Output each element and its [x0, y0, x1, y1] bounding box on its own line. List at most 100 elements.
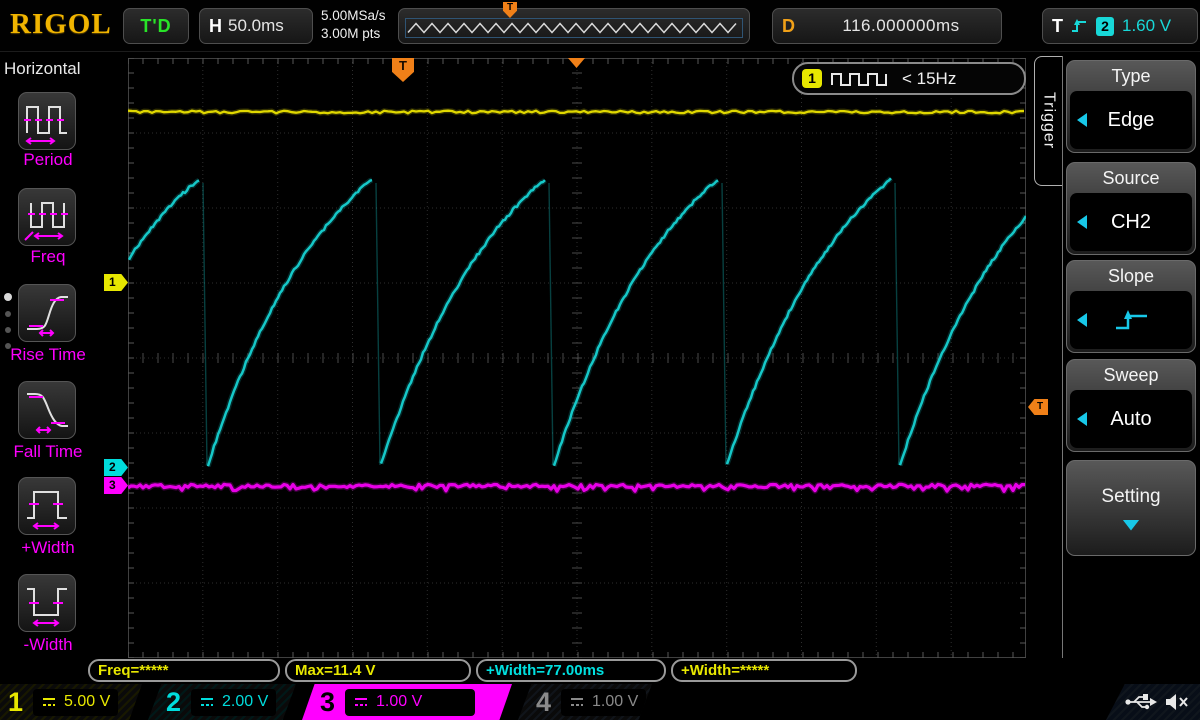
minus-width-button[interactable] [18, 574, 76, 632]
h-value: 50.0ms [228, 16, 284, 35]
waveform-display [128, 58, 1026, 658]
sweep-value-button[interactable]: Auto [1070, 390, 1192, 448]
speaker-muted-icon [1166, 694, 1188, 710]
channel-4-number: 4 [536, 687, 552, 717]
plus-width-button[interactable] [18, 477, 76, 535]
measurement-freq[interactable]: Freq=***** [88, 659, 280, 682]
rise-time-icon [27, 296, 68, 337]
waveform-preview-box[interactable]: T [398, 2, 750, 44]
measurement-pwidth-2[interactable]: +Width=***** [671, 659, 857, 682]
trigger-status-box: T'D [123, 8, 189, 44]
acquisition-info: 5.00MSa/s 3.00M pts [321, 7, 386, 43]
delay-label: D [782, 15, 795, 36]
left-arrow-icon [1077, 412, 1087, 426]
type-value: Edge [1107, 108, 1155, 131]
freq-button[interactable] [18, 188, 76, 246]
rising-slope-icon [1116, 310, 1147, 330]
fall-time-button[interactable] [18, 381, 76, 439]
channel-1-number: 1 [8, 687, 24, 717]
down-arrow-icon [1122, 519, 1140, 531]
channel-3-number: 3 [320, 687, 336, 717]
left-arrow-icon [1077, 313, 1087, 327]
usb-icon [1125, 694, 1157, 710]
status-icons-area [1106, 684, 1200, 720]
slope-label: Slope [1107, 266, 1155, 286]
channel-status-bar: 1 5.00 V 2 2.00 V 3 1.00 V 4 1.00 V [0, 684, 1200, 720]
freq-counter-reading: < 15Hz [902, 68, 957, 88]
trigger-label: T [1052, 15, 1063, 36]
channel-4-readout: 1.00 V [561, 688, 647, 716]
preview-wave-icon [407, 22, 737, 34]
trigger-source-group[interactable]: Source CH2 [1066, 162, 1196, 255]
menu-page-dot-active [4, 293, 12, 301]
type-value-button[interactable]: Edge [1070, 91, 1192, 149]
preview-trigger-marker-icon[interactable]: T [503, 2, 517, 18]
menu-page-dot [5, 327, 11, 333]
freq-label: Freq [30, 247, 66, 266]
channel-3-readout: 1.00 V [345, 688, 476, 716]
minus-width-icon [27, 588, 67, 627]
trigger-setting-button[interactable]: Setting [1066, 460, 1196, 556]
oscilloscope-screen: RIGOL T'D H 50.0ms 5.00MSa/s 3.00M pts T… [0, 0, 1200, 720]
sample-rate: 5.00MSa/s [321, 8, 386, 23]
trigger-level-marker-icon[interactable]: T [1028, 399, 1048, 415]
trigger-slope-group[interactable]: Slope [1066, 260, 1196, 353]
setting-label: Setting [1101, 485, 1161, 507]
rigol-logo: RIGOL [10, 8, 112, 40]
channel-4-scale: 1.00 V [592, 693, 639, 710]
minus-width-label: -Width [23, 635, 73, 654]
channel-1-block[interactable]: 1 5.00 V [0, 684, 142, 720]
plus-width-icon [27, 491, 67, 530]
channel-2-readout: 2.00 V [191, 688, 277, 716]
left-arrow-icon [1077, 113, 1087, 127]
fall-time-label: Fall Time [13, 442, 83, 461]
delay-readout-box[interactable]: D 116.000000ms [772, 8, 1002, 44]
period-label: Period [23, 150, 73, 169]
source-value-button[interactable]: CH2 [1070, 193, 1192, 251]
hardware-freq-counter: 1 < 15Hz [792, 62, 1026, 95]
plus-width-label: +Width [21, 538, 75, 557]
horizontal-scale-box[interactable]: H 50.0ms [199, 8, 313, 44]
channel-4-block[interactable]: 4 1.00 V [518, 684, 652, 720]
sweep-value: Auto [1110, 407, 1152, 430]
channel-1-readout: 5.00 V [33, 688, 119, 716]
channel-2-block[interactable]: 2 2.00 V [148, 684, 296, 720]
left-arrow-icon [1077, 215, 1087, 229]
ch3-ground-marker[interactable]: 3 [104, 477, 128, 494]
period-icon [24, 106, 67, 145]
menu-page-dot [5, 343, 11, 349]
top-status-bar: RIGOL T'D H 50.0ms 5.00MSa/s 3.00M pts T… [0, 0, 1200, 52]
rise-time-label: Rise Time [10, 345, 86, 364]
trigger-type-group[interactable]: Type Edge [1066, 60, 1196, 153]
channel-3-block[interactable]: 3 1.00 V [302, 684, 512, 720]
trigger-source-badge: 2 [1096, 16, 1114, 36]
channel-2-scale: 2.00 V [222, 693, 269, 710]
trigger-level-value: 1.60 V [1122, 16, 1172, 35]
rising-edge-icon [1072, 19, 1086, 32]
dc-coupling-icon [571, 698, 584, 706]
dc-coupling-icon [201, 698, 214, 706]
sweep-label: Sweep [1103, 365, 1159, 385]
square-wave-icon [831, 72, 887, 86]
ch2-ground-marker[interactable]: 2 [104, 459, 128, 476]
right-menu-divider [1062, 56, 1063, 658]
measurement-max[interactable]: Max=11.4 V [285, 659, 471, 682]
trigger-menu-tab: Trigger [1034, 56, 1062, 186]
trigger-sweep-group[interactable]: Sweep Auto [1066, 359, 1196, 452]
trigger-readout-box[interactable]: T 2 1.60 V [1042, 8, 1198, 44]
menu-page-dot [5, 311, 11, 317]
fall-time-icon [27, 393, 68, 434]
slope-value-button[interactable] [1070, 291, 1192, 349]
source-value: CH2 [1110, 210, 1151, 233]
rise-time-button[interactable] [18, 284, 76, 342]
measurement-pwidth[interactable]: +Width=77.00ms [476, 659, 666, 682]
ch1-ground-marker[interactable]: 1 [104, 274, 128, 291]
freq-counter-channel-badge: 1 [802, 69, 822, 88]
trigger-status-text: T'D [140, 15, 172, 36]
left-menu-title: Horizontal [4, 59, 81, 78]
channel-2-number: 2 [166, 687, 182, 717]
type-label: Type [1111, 66, 1151, 86]
h-label: H [209, 15, 222, 36]
period-button[interactable] [18, 92, 76, 150]
channel-3-scale: 1.00 V [376, 693, 423, 710]
